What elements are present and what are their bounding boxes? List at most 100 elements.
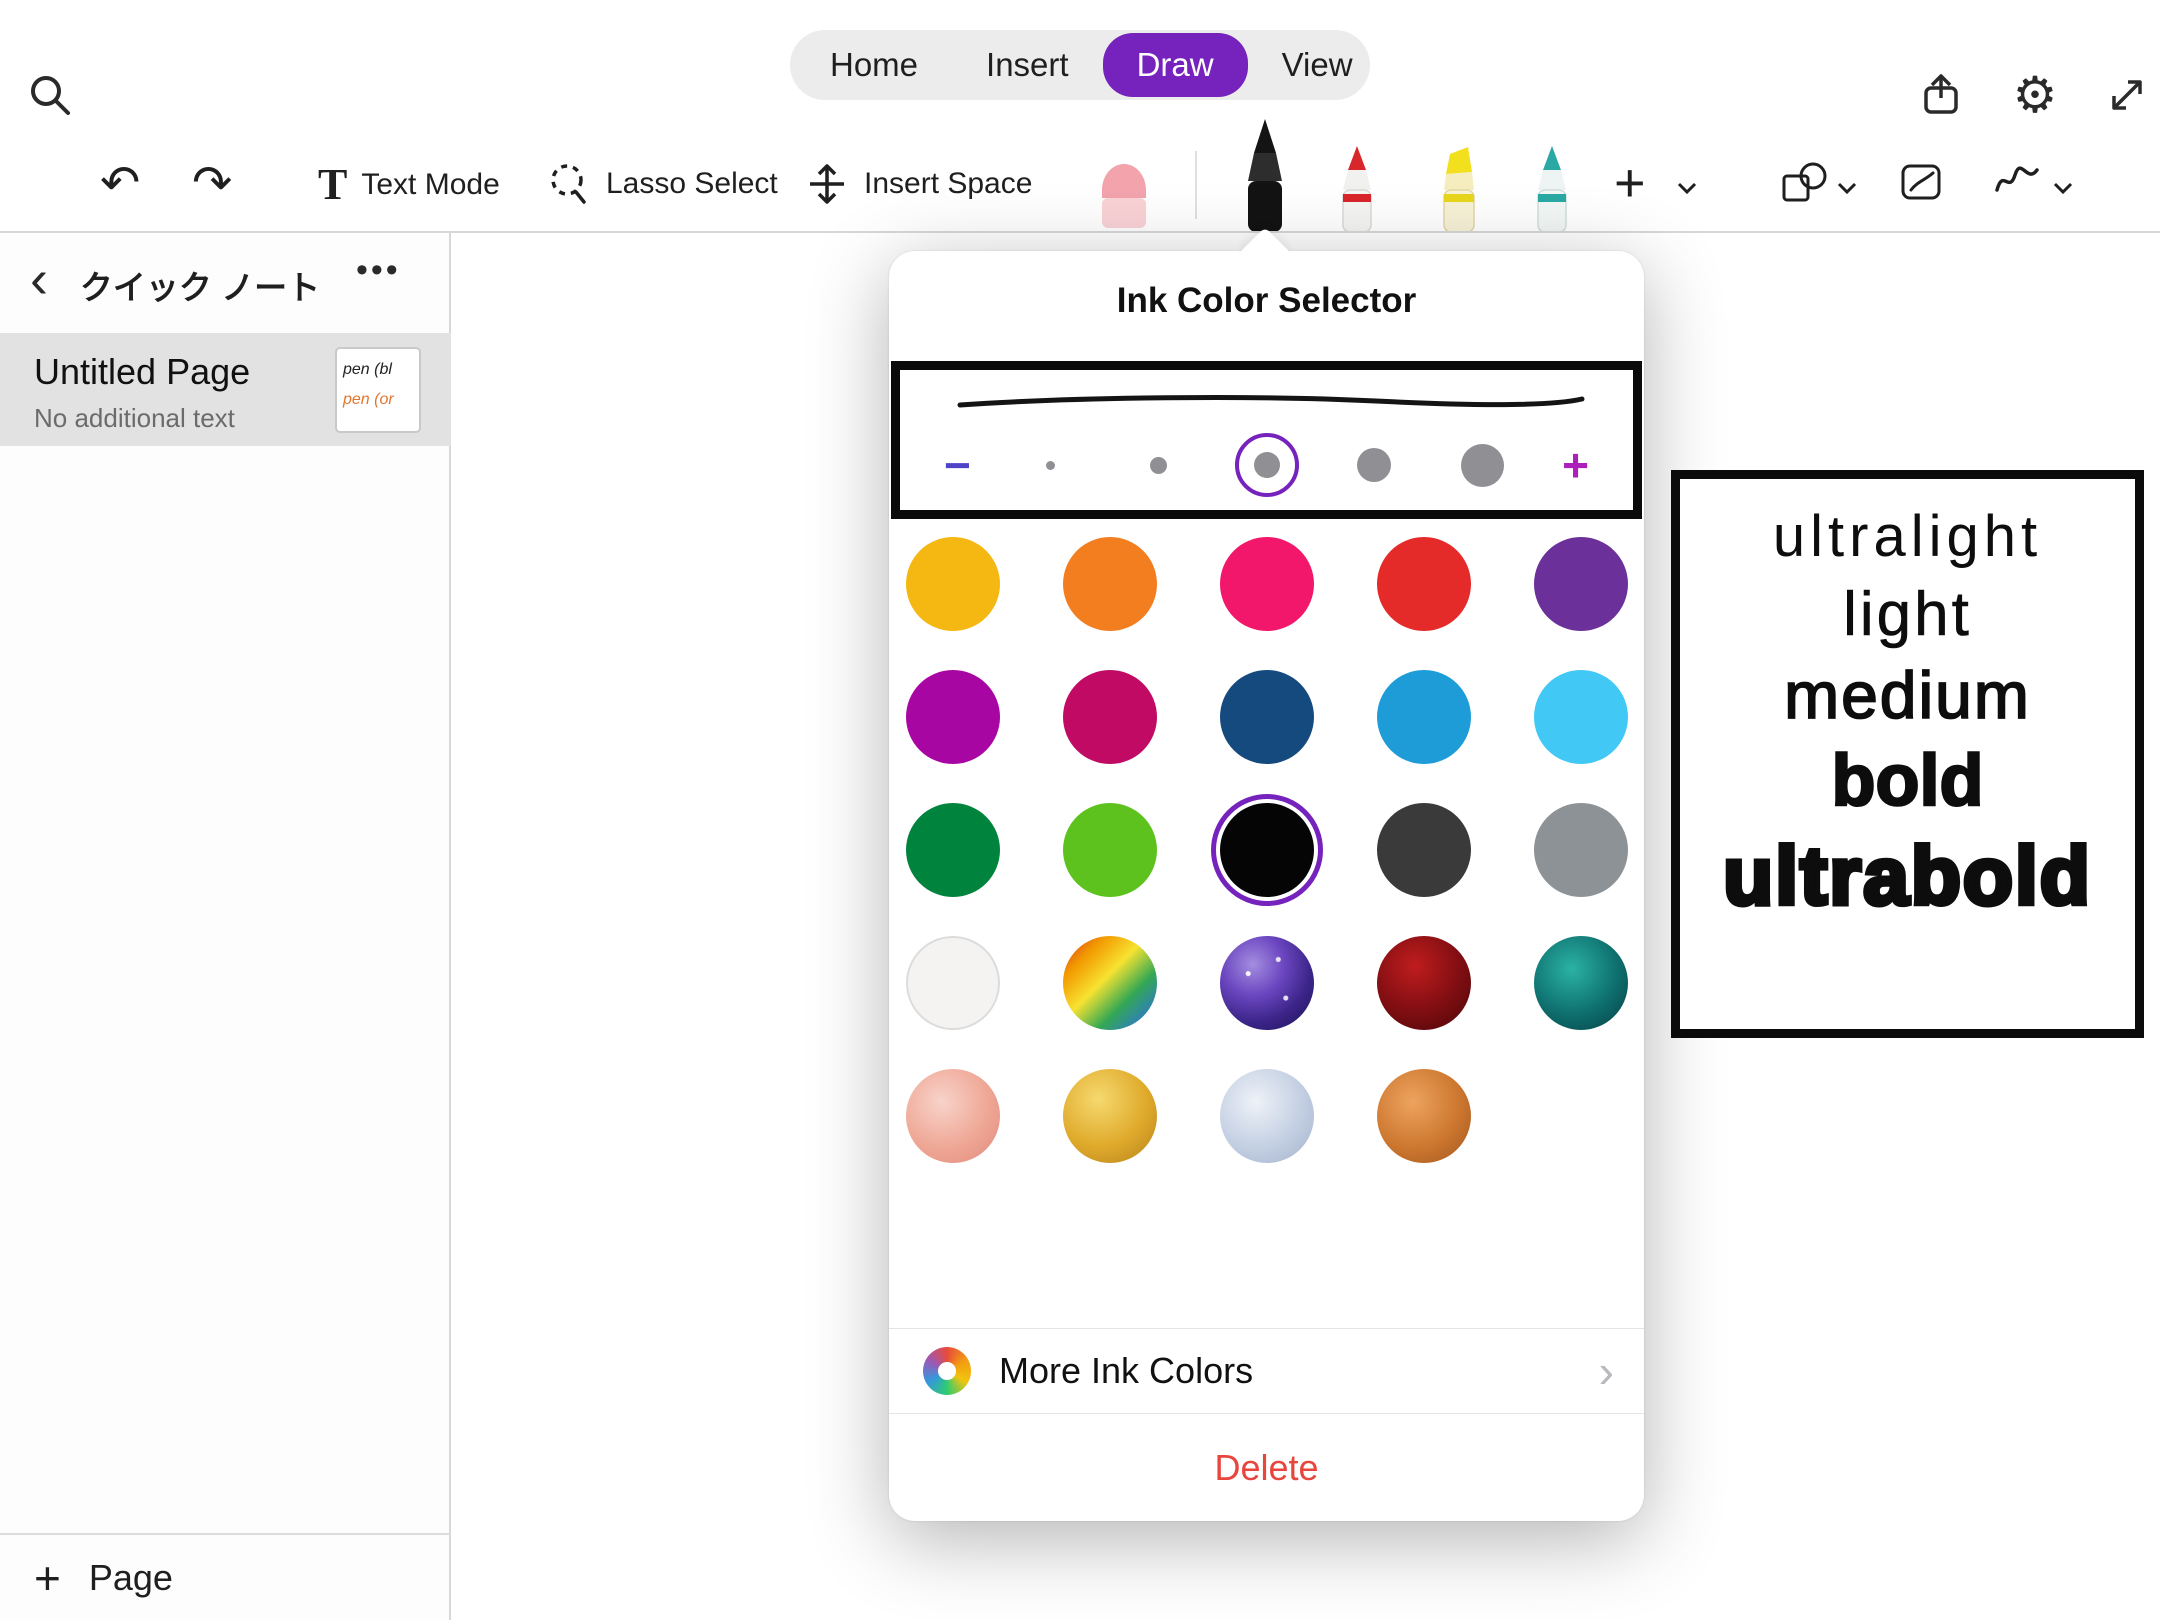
color-grid: [889, 537, 1644, 1163]
tab-insert[interactable]: Insert: [952, 33, 1103, 97]
color-swatch-rose[interactable]: [1220, 537, 1314, 631]
color-swatch-green[interactable]: [906, 803, 1000, 897]
red-pen-tool[interactable]: [1324, 144, 1390, 232]
color-swatch-cerulean[interactable]: [1377, 670, 1471, 764]
add-page-label: Page: [89, 1557, 173, 1599]
color-swatch-raspberry[interactable]: [1063, 670, 1157, 764]
color-swatch-lime-green[interactable]: [1063, 803, 1157, 897]
page-list-item[interactable]: Untitled Page No additional text pen (bl…: [0, 333, 451, 446]
weight-sample-medium: medium: [1784, 661, 2031, 730]
color-swatch-gray[interactable]: [1534, 803, 1628, 897]
color-swatch-black[interactable]: [1220, 803, 1314, 897]
thickness-dot-fill: [1046, 461, 1055, 470]
thumbnail-text-line: pen (bl: [343, 355, 413, 385]
thickness-increase-button[interactable]: +: [1562, 442, 1589, 488]
weight-sample-bold: bold: [1832, 744, 1984, 820]
color-swatch-purple[interactable]: [1534, 537, 1628, 631]
ink-color-selector-popup: Ink Color Selector − + More Ink Colors ›…: [889, 251, 1644, 1521]
weight-sample-ultrabold: ultrabold: [1723, 834, 2092, 920]
thickness-controls: − +: [900, 422, 1633, 508]
popup-title: Ink Color Selector: [889, 281, 1644, 321]
add-page-plus-icon: +: [34, 1551, 61, 1605]
toolbar-separator: [1195, 151, 1197, 219]
more-ink-colors-label: More Ink Colors: [999, 1350, 1253, 1392]
color-swatch-galaxy[interactable]: [1220, 936, 1314, 1030]
color-swatch-rose-gold[interactable]: [906, 1069, 1000, 1163]
redo-icon[interactable]: ↷: [192, 155, 232, 211]
color-swatch-red[interactable]: [1377, 537, 1471, 631]
color-swatch-dark-blue[interactable]: [1220, 670, 1314, 764]
shapes-chevron-down-icon[interactable]: [1836, 180, 1858, 196]
page-title: Untitled Page: [34, 351, 250, 393]
insert-space-label: Insert Space: [864, 167, 1032, 201]
stroke-weight-samples-box: ultralightlightmediumboldultrabold: [1671, 470, 2144, 1038]
lasso-select-button[interactable]: Lasso Select: [546, 161, 778, 207]
shapes-icon[interactable]: [1780, 158, 1830, 206]
thickness-dot-fill: [1150, 457, 1167, 474]
ribbon-tabs: HomeInsertDrawView: [790, 30, 1370, 100]
add-pen-button[interactable]: +: [1614, 152, 1646, 214]
top-bar: HomeInsertDrawView ⚙: [0, 0, 2160, 133]
fullscreen-icon[interactable]: [2102, 70, 2152, 120]
thickness-selector: − +: [891, 361, 1642, 519]
thickness-dot-2[interactable]: [1131, 437, 1187, 493]
back-chevron-icon[interactable]: ‹: [30, 247, 48, 312]
color-wheel-icon: [923, 1347, 971, 1395]
thickness-dot-fill: [1461, 444, 1504, 487]
section-title: クイック ノート: [70, 261, 330, 309]
thickness-dot-5[interactable]: [1454, 437, 1510, 493]
text-mode-label: Text Mode: [361, 168, 499, 202]
add-page-button[interactable]: + Page: [0, 1535, 451, 1620]
search-icon[interactable]: [27, 72, 73, 118]
black-pen-tool[interactable]: [1232, 117, 1298, 232]
eraser-tool[interactable]: [1092, 148, 1156, 232]
ink-mode-icon[interactable]: [1994, 162, 2040, 200]
color-swatch-teal-marble[interactable]: [1534, 936, 1628, 1030]
color-swatch-sky-blue[interactable]: [1534, 670, 1628, 764]
thickness-dot-3[interactable]: [1239, 437, 1295, 493]
sidebar-header: ‹ クイック ノート •••: [0, 233, 449, 333]
page-thumbnail: pen (bl pen (or: [335, 347, 421, 433]
delete-button[interactable]: Delete: [889, 1414, 1644, 1521]
notebook-sidebar: ‹ クイック ノート ••• Untitled Page No addition…: [0, 233, 451, 1620]
thickness-dot-1[interactable]: [1023, 437, 1079, 493]
text-mode-button[interactable]: T Text Mode: [318, 159, 500, 210]
thickness-decrease-button[interactable]: −: [944, 442, 971, 488]
thickness-dot-4[interactable]: [1346, 437, 1402, 493]
teal-pen-tool[interactable]: [1519, 144, 1585, 232]
tab-view[interactable]: View: [1248, 33, 1387, 97]
yellow-highlighter-tool[interactable]: [1426, 144, 1492, 232]
tab-home[interactable]: Home: [796, 33, 952, 97]
lasso-select-label: Lasso Select: [606, 167, 778, 201]
text-mode-icon: T: [318, 159, 347, 210]
undo-icon[interactable]: ↶: [100, 155, 140, 211]
thickness-dot-fill: [1254, 452, 1280, 478]
weight-sample-ultralight: ultralight: [1773, 507, 2042, 568]
tab-draw[interactable]: Draw: [1103, 33, 1248, 97]
color-swatch-white[interactable]: [906, 936, 1000, 1030]
settings-gear-icon[interactable]: ⚙: [2010, 70, 2060, 120]
color-swatch-magenta[interactable]: [906, 670, 1000, 764]
color-swatch-silver[interactable]: [1220, 1069, 1314, 1163]
ink-note-icon[interactable]: [1898, 158, 1948, 206]
insert-space-icon: [804, 161, 850, 207]
color-swatch-dark-gray[interactable]: [1377, 803, 1471, 897]
add-pen-chevron-down-icon[interactable]: [1676, 180, 1698, 196]
color-swatch-rainbow-glitter[interactable]: [1063, 936, 1157, 1030]
color-swatch-copper[interactable]: [1377, 1069, 1471, 1163]
ink-mode-chevron-down-icon[interactable]: [2052, 180, 2074, 196]
color-swatch-red-marble[interactable]: [1377, 936, 1471, 1030]
stroke-preview: [956, 388, 1586, 416]
color-swatch-marigold[interactable]: [906, 537, 1000, 631]
chevron-right-icon: ›: [1599, 1348, 1614, 1394]
thumbnail-text-line: pen (or: [343, 385, 413, 415]
insert-space-button[interactable]: Insert Space: [804, 161, 1032, 207]
share-icon[interactable]: [1916, 70, 1966, 120]
page-subtitle: No additional text: [34, 403, 235, 434]
lasso-icon: [546, 161, 592, 207]
color-swatch-gold[interactable]: [1063, 1069, 1157, 1163]
thickness-dot-fill: [1357, 448, 1391, 482]
color-swatch-orange[interactable]: [1063, 537, 1157, 631]
more-options-icon[interactable]: •••: [356, 251, 401, 290]
more-ink-colors-button[interactable]: More Ink Colors ›: [889, 1329, 1644, 1413]
